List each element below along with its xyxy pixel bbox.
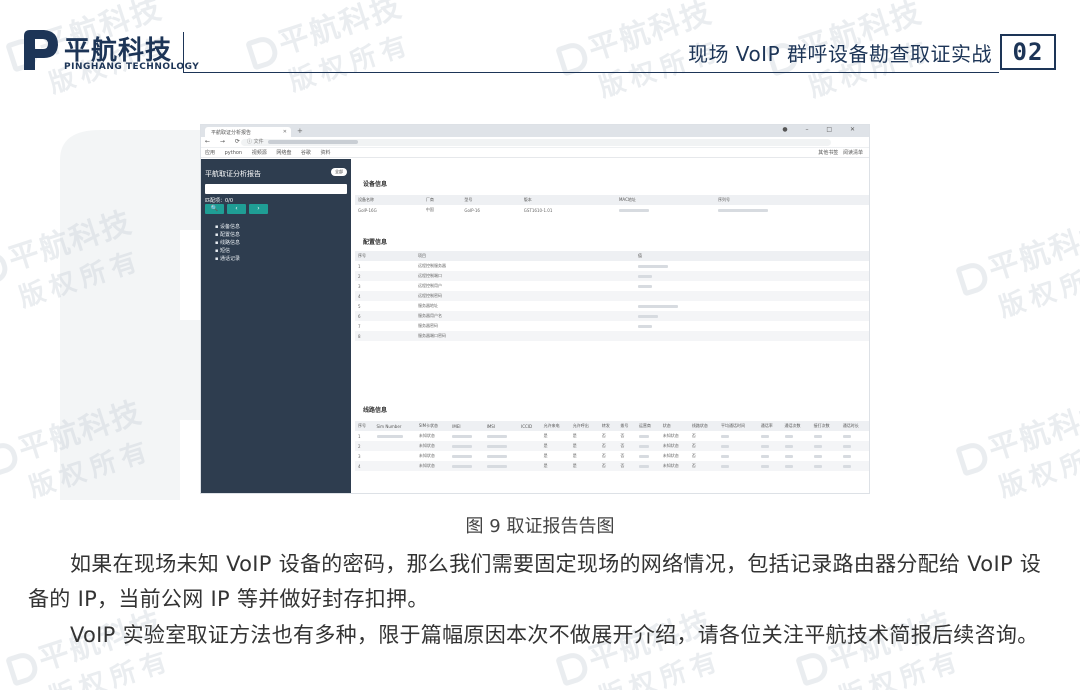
table-row: 3 远程控制用户 xyxy=(355,281,869,291)
device-table: 设备名称 厂商 型号 版本 MAC地址 序列号 GoIP-16G 中国 GoIP-16 GST1… xyxy=(355,195,869,215)
config-table: 序号 项目值 1 远程控制服务器 2 远程控制端口 3 远程控制用户 4 远程控制密码 5… xyxy=(355,251,869,341)
bookmark-item[interactable]: 视频源 xyxy=(252,148,267,158)
company-name-en: PINGHANG TECHNOLOGY xyxy=(64,62,200,72)
new-tab-icon[interactable]: + xyxy=(297,127,303,135)
table-row: 1 远程控制服务器 xyxy=(355,261,869,271)
bookmark-item[interactable]: python xyxy=(225,148,243,158)
header-rule xyxy=(183,72,999,73)
search-button[interactable]: 🔍 xyxy=(205,204,224,214)
table-row: GoIP-16G 中国 GoIP-16 GST1610-1.01 xyxy=(355,205,869,215)
header-divider xyxy=(183,32,184,72)
report-sidebar: 平航取证分析报告 全部 匹配项：0/0 🔍 ‹ › ▪ 设备信息 ▪ 配置信息 … xyxy=(201,159,351,493)
bookmark-item[interactable]: 应用 xyxy=(205,148,215,158)
report-content: 设备信息 设备名称 厂商 型号 版本 MAC地址 序列号 GoIP-16G 中国 GoIP-1… xyxy=(351,159,869,493)
watermark: 平航科技 版权所有 xyxy=(951,207,1080,333)
bookmarks-bar: 应用 python 视频源 网络盘 谷歌 资料 其他书签 阅读清单 xyxy=(201,148,869,158)
table-row: 2 未知状态是是否否未知状态否 xyxy=(355,441,869,451)
browser-urlbar: ← → ⟳ ⓘ 文件 xyxy=(201,137,869,148)
sidebar-menu: ▪ 设备信息 ▪ 配置信息 ▪ 线路信息 ▪ 短信 ▪ 通话记录 xyxy=(215,223,240,263)
lines-table: 序号 Sim Number SIM卡状态 IMEI IMSI ICCID 允许来电 允许呼出转… xyxy=(355,421,869,471)
sidebar-search-input[interactable] xyxy=(205,184,347,194)
company-logo-icon xyxy=(24,30,58,70)
browser-tab[interactable]: 平航取证分析报告 ✕ xyxy=(205,127,291,137)
chapter-number: 02 xyxy=(1000,34,1056,70)
section-title-device: 设备信息 xyxy=(363,181,388,188)
table-row: 4 未知状态是是否否未知状态否 xyxy=(355,461,869,471)
table-row: 8 服务器端口密码 xyxy=(355,331,869,341)
window-controls[interactable]: ● – □ ✕ xyxy=(782,126,863,133)
browser-tabbar: 平航取证分析报告 ✕ + ● – □ ✕ xyxy=(201,125,869,137)
sidebar-item-calls[interactable]: ▪ 通话记录 xyxy=(215,255,240,263)
watermark: 平航科技 版权所有 xyxy=(0,197,149,323)
section-title-lines: 线路信息 xyxy=(363,407,388,414)
next-button[interactable]: › xyxy=(249,204,268,214)
bookmarks-right[interactable]: 其他书签 阅读清单 xyxy=(818,148,863,158)
sidebar-item-lines[interactable]: ▪ 线路信息 xyxy=(215,239,240,247)
table-row: 3 未知状态是是否否未知状态否 xyxy=(355,451,869,461)
bookmark-item[interactable]: 谷歌 xyxy=(301,148,311,158)
table-row: 4 远程控制密码 xyxy=(355,291,869,301)
watermark: 平航科技 版权所有 xyxy=(951,387,1080,513)
report-screenshot: 平航取证分析报告 ✕ + ● – □ ✕ ← → ⟳ ⓘ 文件 应用 python… xyxy=(200,124,870,494)
browser-tab-title: 平航取证分析报告 xyxy=(211,130,252,136)
table-row: 5 服务器地址 xyxy=(355,301,869,311)
sidebar-item-device[interactable]: ▪ 设备信息 xyxy=(215,223,240,231)
sidebar-item-sms[interactable]: ▪ 短信 xyxy=(215,247,240,255)
page-header: 平航科技 PINGHANG TECHNOLOGY 现场 VoIP 群呼设备勘查取… xyxy=(0,0,1080,80)
table-row: 7 服务器密码 xyxy=(355,321,869,331)
bookmark-item[interactable]: 网络盘 xyxy=(276,148,291,158)
watermark: 平航科技 版权所有 xyxy=(0,387,159,513)
match-count: 匹配项：0/0 xyxy=(205,198,234,204)
figure-caption: 图 9 取证报告告图 xyxy=(465,516,615,537)
body-paragraph: 如果在现场未知 VoIP 设备的密码，那么我们需要固定现场的网络情况，包括记录路… xyxy=(28,552,1042,611)
document-title: 现场 VoIP 群呼设备勘查取证实战 xyxy=(687,42,992,66)
nav-arrows-icon[interactable]: ← → ⟳ xyxy=(205,138,244,145)
table-row: 6 服务器用户名 xyxy=(355,311,869,321)
prev-button[interactable]: ‹ xyxy=(227,204,246,214)
table-row: 2 远程控制端口 xyxy=(355,271,869,281)
sidebar-toggle[interactable]: 全部 xyxy=(331,168,347,176)
bookmark-item[interactable]: 资料 xyxy=(321,148,331,158)
section-title-config: 配置信息 xyxy=(363,239,388,246)
body-paragraph: VoIP 实验室取证方法也有多种，限于篇幅原因本次不做展开介绍，请各位关注平航技… xyxy=(70,623,1039,647)
address-input[interactable]: ⓘ 文件 xyxy=(241,139,831,146)
table-row: 1 未知状态是是否否未知状态否 xyxy=(355,431,869,441)
close-tab-icon[interactable]: ✕ xyxy=(283,129,287,135)
sidebar-item-config[interactable]: ▪ 配置信息 xyxy=(215,231,240,239)
sidebar-title: 平航取证分析报告 xyxy=(205,170,261,178)
